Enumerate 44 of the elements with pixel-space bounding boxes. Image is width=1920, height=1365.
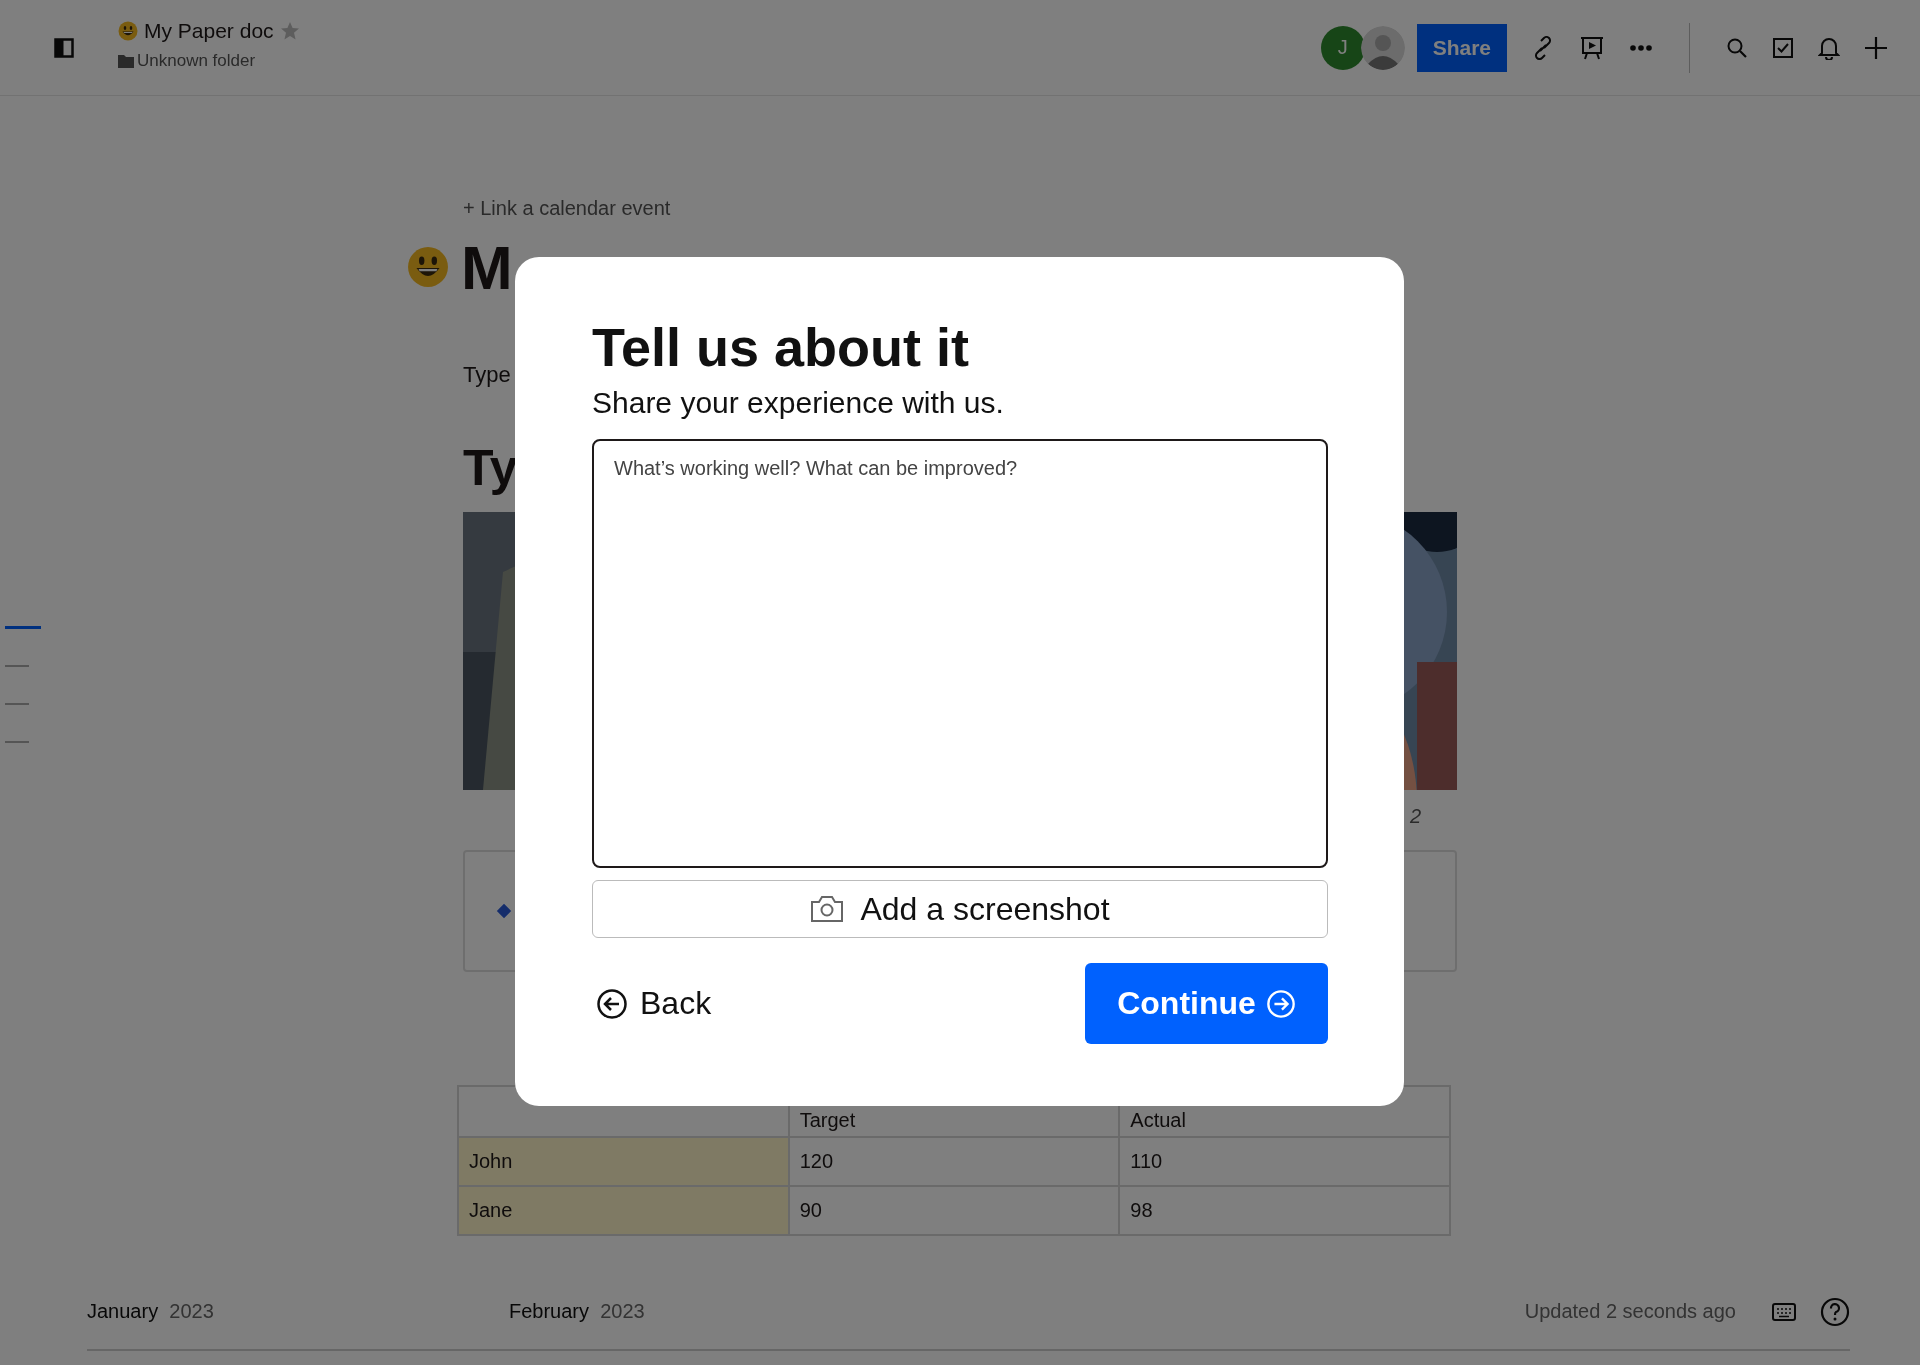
doc-title[interactable]: My Paper doc: [144, 18, 274, 43]
outline-marker[interactable]: [5, 665, 29, 667]
add-screenshot-button[interactable]: Add a screenshot: [592, 880, 1328, 938]
help-icon[interactable]: [1820, 1296, 1850, 1327]
plus-icon[interactable]: [1864, 35, 1888, 60]
table-cell: John: [458, 1137, 789, 1186]
table-cell: 120: [788, 1137, 1120, 1186]
folder-name[interactable]: Unknown folder: [137, 50, 256, 71]
feedback-field[interactable]: What’s working well? What can be improved?: [592, 439, 1328, 868]
outline-marker[interactable]: [5, 703, 29, 705]
image-caption: 2: [1409, 804, 1421, 828]
body-text: Type: [463, 362, 511, 388]
bell-icon[interactable]: [1818, 35, 1840, 60]
document-heading: M: [461, 231, 513, 303]
table-cell: 98: [1119, 1186, 1450, 1235]
more-icon[interactable]: [1629, 43, 1653, 52]
star-icon[interactable]: [279, 20, 300, 41]
smiley-icon: [118, 20, 138, 41]
keyboard-icon[interactable]: [1772, 1302, 1796, 1321]
folder-icon: [118, 53, 134, 68]
dialog-title: Tell us about it: [592, 316, 969, 379]
present-icon[interactable]: [1579, 34, 1605, 61]
avatar[interactable]: [1360, 25, 1405, 70]
camera-icon: [810, 895, 845, 923]
outline-marker[interactable]: [5, 741, 29, 743]
checkbox-icon[interactable]: [1772, 36, 1794, 59]
smiley-icon: [407, 246, 449, 288]
avatar[interactable]: J: [1320, 25, 1365, 70]
table-cell: 110: [1119, 1137, 1450, 1186]
month-label: February 2023: [509, 1300, 646, 1323]
share-button[interactable]: Share: [1416, 23, 1507, 72]
outline-marker[interactable]: [5, 626, 41, 629]
table-cell: 90: [788, 1186, 1120, 1235]
diamond-icon: [495, 902, 513, 920]
table-cell: Jane: [458, 1186, 789, 1235]
dialog-subtitle: Share your experience with us.: [592, 385, 1004, 421]
continue-button[interactable]: Continue: [1085, 963, 1328, 1044]
calendar-link[interactable]: + Link a calendar event: [463, 196, 671, 220]
section-heading: Ty: [463, 439, 518, 498]
back-button[interactable]: Back: [592, 985, 712, 1022]
update-status: Updated 2 seconds ago: [1524, 1300, 1736, 1323]
month-label: January 2023: [87, 1300, 215, 1323]
search-icon[interactable]: [1726, 36, 1748, 59]
sidebar-toggle-icon[interactable]: [54, 37, 74, 58]
